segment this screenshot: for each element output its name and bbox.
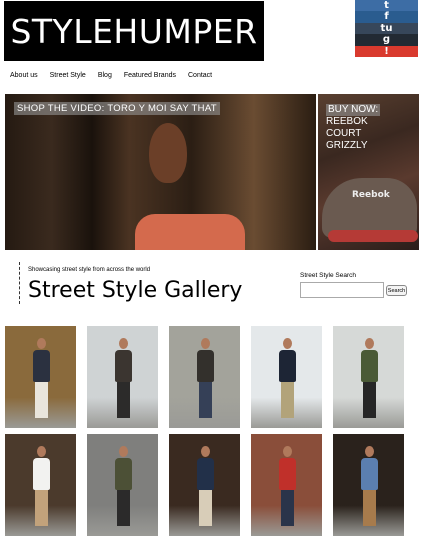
person-head (37, 338, 46, 349)
street-style-photo[interactable] (251, 326, 322, 428)
person-top (279, 350, 296, 382)
street-style-photo[interactable] (169, 434, 240, 536)
page-title: Street Style Gallery (28, 278, 243, 303)
shoe-brand-logo: Reebok (352, 190, 390, 200)
person-top (33, 350, 50, 382)
nav-featured-brands[interactable]: Featured Brands (124, 72, 176, 79)
promo-line: GRIZZLY (326, 140, 368, 151)
promo-line: BUY NOW: (326, 104, 381, 116)
gallery-tagline: Showcasing street style from across the … (28, 267, 151, 273)
street-style-photo[interactable] (5, 326, 76, 428)
hero-banner[interactable]: SHOP THE VIDEO: TORO Y MOI SAY THAT (5, 94, 316, 250)
street-style-photo[interactable] (333, 326, 404, 428)
hero-caption[interactable]: SHOP THE VIDEO: TORO Y MOI SAY THAT (14, 102, 220, 115)
street-style-photo[interactable] (5, 434, 76, 536)
nav-contact[interactable]: Contact (188, 72, 212, 79)
twitter-icon[interactable]: t (355, 0, 418, 12)
promo-banner[interactable]: Reebok BUY NOW: REEBOK COURT GRIZZLY (318, 94, 419, 250)
person-head (119, 446, 128, 457)
hero-person (135, 119, 245, 250)
street-style-photo[interactable] (87, 326, 158, 428)
person-head (201, 338, 210, 349)
person-legs (117, 382, 130, 418)
search-input[interactable] (300, 282, 384, 298)
promo-line: COURT (326, 128, 362, 139)
street-style-photo[interactable] (87, 434, 158, 536)
promo-text: BUY NOW: REEBOK COURT GRIZZLY (326, 104, 381, 152)
person-legs (199, 490, 212, 526)
social-links: t f tu g ! (355, 0, 418, 57)
facebook-icon[interactable]: f (355, 11, 418, 23)
person-head (283, 446, 292, 457)
person-top (33, 458, 50, 490)
street-style-photo[interactable] (333, 434, 404, 536)
main-nav: About us Street Style Blog Featured Bran… (10, 72, 224, 79)
shoe-image: Reebok (322, 178, 418, 242)
stumbleupon-icon[interactable]: ! (355, 45, 418, 57)
person-head (365, 338, 374, 349)
google-icon[interactable]: g (355, 34, 418, 46)
person-top (197, 458, 214, 490)
person-top (115, 458, 132, 490)
person-top (361, 350, 378, 382)
person-head (365, 446, 374, 457)
person-legs (281, 382, 294, 418)
promo-line: REEBOK (326, 116, 368, 127)
person-head (119, 338, 128, 349)
tumblr-icon[interactable]: tu (355, 22, 418, 35)
nav-street-style[interactable]: Street Style (50, 72, 86, 79)
person-top (279, 458, 296, 490)
person-top (197, 350, 214, 382)
person-head (201, 446, 210, 457)
section-divider (19, 262, 21, 304)
photo-grid (5, 326, 420, 540)
street-style-photo[interactable] (251, 434, 322, 536)
person-legs (35, 490, 48, 526)
person-top (115, 350, 132, 382)
person-legs (199, 382, 212, 418)
search-button[interactable]: Search (386, 285, 407, 296)
person-legs (281, 490, 294, 526)
person-top (361, 458, 378, 490)
site-logo[interactable]: STYLEHUMPER (4, 1, 264, 61)
nav-blog[interactable]: Blog (98, 72, 112, 79)
person-legs (117, 490, 130, 526)
street-style-photo[interactable] (169, 326, 240, 428)
person-legs (363, 490, 376, 526)
person-legs (363, 382, 376, 418)
nav-about[interactable]: About us (10, 72, 38, 79)
person-legs (35, 382, 48, 418)
person-head (37, 446, 46, 457)
person-head (283, 338, 292, 349)
search-label: Street Style Search (300, 272, 356, 279)
